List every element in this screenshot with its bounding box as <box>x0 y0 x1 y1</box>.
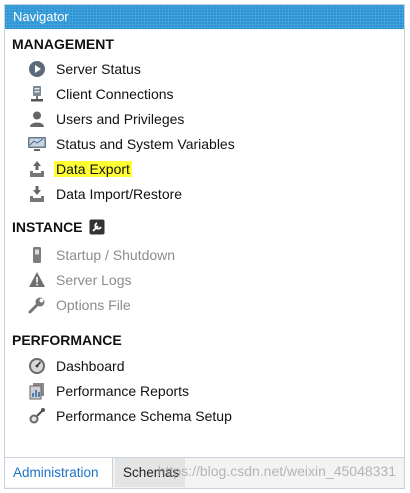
wrench-badge-icon[interactable] <box>89 219 105 235</box>
reports-icon <box>27 381 47 401</box>
nav-item-label: Client Connections <box>56 86 174 102</box>
user-icon <box>27 109 47 129</box>
nav-item-status-variables[interactable]: Status and System Variables <box>27 133 235 155</box>
tab-schemas[interactable]: Schemas <box>115 458 185 487</box>
tab-administration[interactable]: Administration <box>5 458 113 487</box>
wrench-icon <box>27 295 47 315</box>
nav-item-client-connections[interactable]: Client Connections <box>27 83 174 105</box>
nav-item-label: Server Logs <box>56 272 132 288</box>
management-header-label: MANAGEMENT <box>12 36 114 52</box>
nav-item-label: Performance Reports <box>56 383 190 399</box>
management-header: MANAGEMENT <box>12 36 114 52</box>
nav-item-performance-reports[interactable]: Performance Reports <box>27 380 189 402</box>
navigator-tabs: Administration Schemas https://blog.csdn… <box>5 457 404 488</box>
performance-header-label: PERFORMANCE <box>12 332 122 348</box>
nav-item-users-privileges[interactable]: Users and Privileges <box>27 108 184 130</box>
nav-item-label: Data Import/Restore <box>56 186 183 202</box>
gauge-icon <box>27 356 47 376</box>
nav-item-label: Users and Privileges <box>56 111 185 127</box>
download-tray-icon <box>27 184 47 204</box>
nav-item-data-import[interactable]: Data Import/Restore <box>27 183 182 205</box>
play-circle-icon <box>27 59 47 79</box>
warning-icon <box>27 270 47 290</box>
nav-item-server-status[interactable]: Server Status <box>27 58 141 80</box>
performance-header: PERFORMANCE <box>12 332 122 348</box>
nav-item-startup-shutdown[interactable]: Startup / Shutdown <box>27 244 175 266</box>
nav-item-label: Startup / Shutdown <box>56 247 176 263</box>
nav-item-dashboard[interactable]: Dashboard <box>27 355 125 377</box>
nav-item-label: Dashboard <box>56 358 125 374</box>
instance-header: INSTANCE <box>12 219 105 235</box>
power-switch-icon <box>27 245 47 265</box>
nav-item-label: Data Export <box>54 161 132 177</box>
monitor-icon <box>27 134 47 154</box>
upload-tray-icon <box>27 159 47 179</box>
client-connections-icon <box>27 84 47 104</box>
instance-header-label: INSTANCE <box>12 219 83 235</box>
nav-item-label: Server Status <box>56 61 141 77</box>
nav-item-options-file[interactable]: Options File <box>27 294 131 316</box>
nav-item-label: Status and System Variables <box>56 136 235 152</box>
watermark-text: https://blog.csdn.net/weixin_45048331 <box>157 463 396 479</box>
navigator-panel: Navigator MANAGEMENT Server Status Clien… <box>4 4 405 489</box>
schema-setup-icon <box>27 406 47 426</box>
nav-item-performance-schema-setup[interactable]: Performance Schema Setup <box>27 405 232 427</box>
nav-item-label: Performance Schema Setup <box>56 408 232 424</box>
navigator-title: Navigator <box>5 5 404 29</box>
nav-item-label: Options File <box>56 297 131 313</box>
nav-item-server-logs[interactable]: Server Logs <box>27 269 131 291</box>
nav-item-data-export[interactable]: Data Export <box>27 158 132 180</box>
